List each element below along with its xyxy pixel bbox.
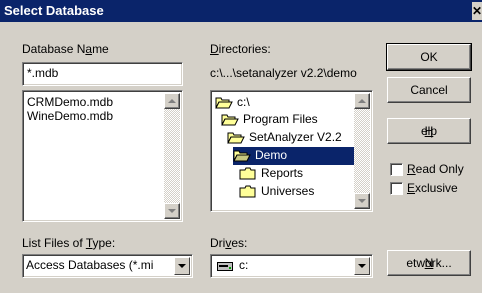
database-name-input[interactable]: *.mdb [22, 62, 183, 86]
dir-item-demo[interactable]: Demo [233, 147, 354, 165]
open-folder-icon [221, 114, 239, 126]
database-name-label: Database Name [22, 42, 109, 56]
file-type-select[interactable]: Access Databases (*.mi [22, 254, 193, 278]
open-folder-icon [233, 150, 251, 162]
open-folder-icon [215, 97, 233, 109]
close-icon[interactable]: ✕ [472, 2, 482, 20]
arrow-up-icon [168, 99, 176, 103]
folder-icon [239, 167, 256, 180]
chevron-down-icon [358, 264, 366, 268]
file-list[interactable]: CRMDemo.mdb WineDemo.mdb [22, 90, 183, 222]
folder-icon [239, 185, 256, 198]
drives-select[interactable]: c: [210, 254, 373, 278]
drives-value: c: [239, 258, 249, 272]
file-list-scrollbar[interactable] [164, 93, 180, 219]
scroll-down-button[interactable] [164, 203, 180, 219]
list-item[interactable]: WineDemo.mdb [27, 109, 113, 123]
scroll-down-button[interactable] [354, 193, 370, 209]
arrow-up-icon [358, 99, 366, 103]
arrow-down-icon [168, 209, 176, 213]
drives-dropdown-button[interactable] [354, 257, 370, 275]
ok-button[interactable]: OK [386, 43, 472, 71]
window-title: Select Database [4, 3, 104, 18]
directories-label: Directories: [210, 42, 271, 56]
file-type-value: Access Databases (*.mi [26, 258, 154, 272]
select-database-dialog: Select Database ✕ Database Name *.mdb CR… [0, 0, 482, 293]
current-directory-path: c:\...\setanalyzer v2.2\demo [210, 66, 357, 80]
title-bar[interactable]: Select Database ✕ [0, 0, 482, 22]
file-type-label: List Files of Type: [22, 236, 116, 250]
open-folder-icon [227, 132, 245, 144]
chevron-down-icon [178, 264, 186, 268]
drives-label: Drives: [210, 236, 248, 250]
scroll-up-button[interactable] [164, 93, 180, 109]
file-type-dropdown-button[interactable] [174, 257, 190, 275]
network-button[interactable]: Network... [387, 250, 471, 276]
directory-tree[interactable]: c:\ Program Files SetAnalyzer V2.2 Demo … [210, 90, 373, 212]
read-only-label[interactable]: Read Only [407, 162, 464, 176]
directory-tree-scrollbar[interactable] [354, 93, 370, 209]
exclusive-label[interactable]: Exclusive [407, 181, 458, 195]
cancel-button[interactable]: Cancel [387, 77, 471, 103]
help-button[interactable]: Help [387, 118, 471, 144]
database-name-value: *.mdb [27, 66, 59, 80]
read-only-checkbox[interactable] [390, 163, 403, 176]
hard-drive-icon [217, 262, 233, 271]
list-item[interactable]: CRMDemo.mdb [27, 95, 113, 109]
arrow-down-icon [358, 199, 366, 203]
exclusive-checkbox[interactable] [390, 182, 403, 195]
scroll-up-button[interactable] [354, 93, 370, 109]
